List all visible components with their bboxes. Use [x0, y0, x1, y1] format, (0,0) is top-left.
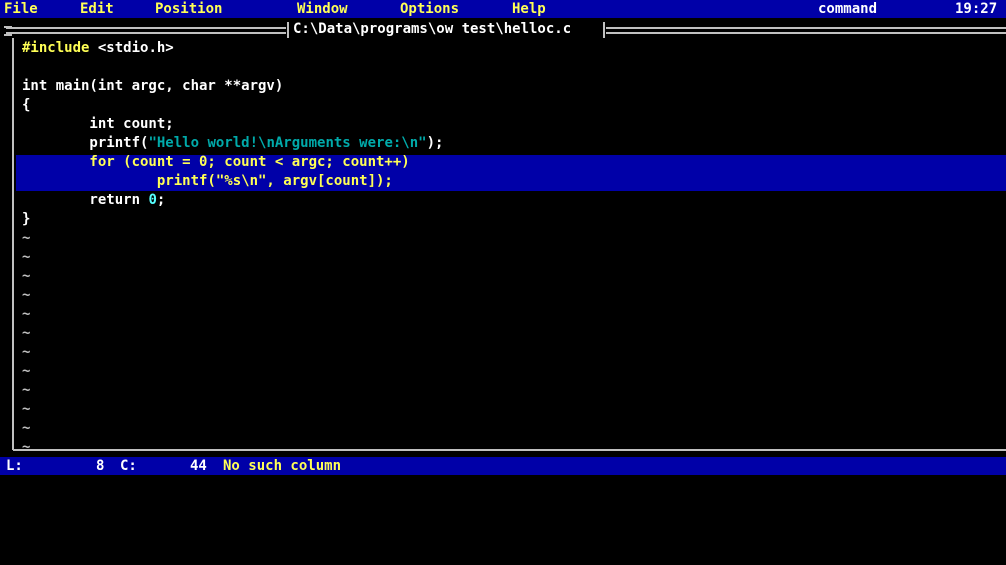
code-line[interactable]: ~	[22, 324, 30, 342]
code-line[interactable]: for (count = 0; count < argc; count++)	[22, 153, 410, 171]
menu-file[interactable]: File	[4, 0, 38, 18]
code-token: ~	[22, 306, 31, 322]
code-token: ~	[22, 325, 31, 341]
code-line[interactable]: ~	[22, 362, 30, 380]
code-line[interactable]: ~	[22, 267, 30, 285]
code-token: return	[22, 192, 149, 208]
code-line[interactable]: }	[22, 210, 30, 228]
menu-window[interactable]: Window	[297, 0, 348, 18]
code-line[interactable]: ~	[22, 305, 30, 323]
code-line[interactable]: printf("Hello world!\nArguments were:\n"…	[22, 134, 443, 152]
code-token: #include	[22, 40, 90, 56]
menu-edit[interactable]: Edit	[80, 0, 114, 18]
code-line[interactable]: ~	[22, 286, 30, 304]
close-box-icon[interactable]	[4, 26, 12, 36]
code-line[interactable]: printf("%s\n", argv[count]);	[22, 172, 393, 190]
code-editor[interactable]: #include <stdio.h> int main(int argc, cha…	[22, 39, 1002, 455]
code-token: ~	[22, 439, 31, 455]
code-token: for (count = 0; count < argc; count++)	[22, 154, 410, 170]
code-token: int main(int argc, char **argv)	[22, 78, 284, 94]
code-token: int count;	[22, 116, 174, 132]
code-line[interactable]: int main(int argc, char **argv)	[22, 77, 283, 95]
code-line[interactable]: return 0;	[22, 191, 165, 209]
code-token: ~	[22, 249, 31, 265]
code-token: "Hello world!\nArguments were:\n"	[148, 135, 427, 151]
code-token: ~	[22, 230, 31, 246]
code-line[interactable]: ~	[22, 438, 30, 456]
menu-position[interactable]: Position	[155, 0, 222, 18]
menu-options[interactable]: Options	[400, 0, 459, 18]
code-line[interactable]: ~	[22, 419, 30, 437]
menu-help[interactable]: Help	[512, 0, 546, 18]
code-token: ~	[22, 287, 31, 303]
code-token: ~	[22, 401, 31, 417]
code-line[interactable]: #include <stdio.h>	[22, 39, 174, 57]
clock: 19:27	[955, 1, 998, 17]
code-token: ~	[22, 363, 31, 379]
window-title: C:\Data\programs\ow test\helloc.c	[291, 21, 574, 37]
code-line[interactable]: ~	[22, 229, 30, 247]
mode-indicator: command	[818, 1, 878, 17]
code-token: ~	[22, 382, 31, 398]
code-line[interactable]: ~	[22, 343, 30, 361]
code-line[interactable]: ~	[22, 400, 30, 418]
status-message: No such column	[223, 458, 342, 474]
status-bar: L: 8 C: 44 No such column	[0, 457, 1006, 475]
line-number: 8	[96, 458, 105, 474]
code-line[interactable]: ~	[22, 381, 30, 399]
code-token: printf(	[22, 135, 149, 151]
code-token: {	[22, 97, 31, 113]
code-token: <stdio.h>	[89, 40, 174, 56]
code-token: );	[426, 135, 444, 151]
code-token: ~	[22, 268, 31, 284]
code-token: 0	[148, 192, 157, 208]
code-line[interactable]: ~	[22, 248, 30, 266]
code-token: ~	[22, 420, 31, 436]
code-line[interactable]: int count;	[22, 115, 174, 133]
column-number: 44	[190, 458, 207, 474]
column-label: C:	[120, 458, 137, 474]
code-line[interactable]: {	[22, 96, 30, 114]
line-label: L:	[6, 458, 23, 474]
code-token: }	[22, 211, 31, 227]
code-token: ;	[156, 192, 166, 208]
code-token: ~	[22, 344, 31, 360]
code-token: printf("%s\n", argv[count]);	[22, 173, 393, 189]
menu-bar: File Edit Position Window Options Help c…	[0, 0, 1006, 18]
